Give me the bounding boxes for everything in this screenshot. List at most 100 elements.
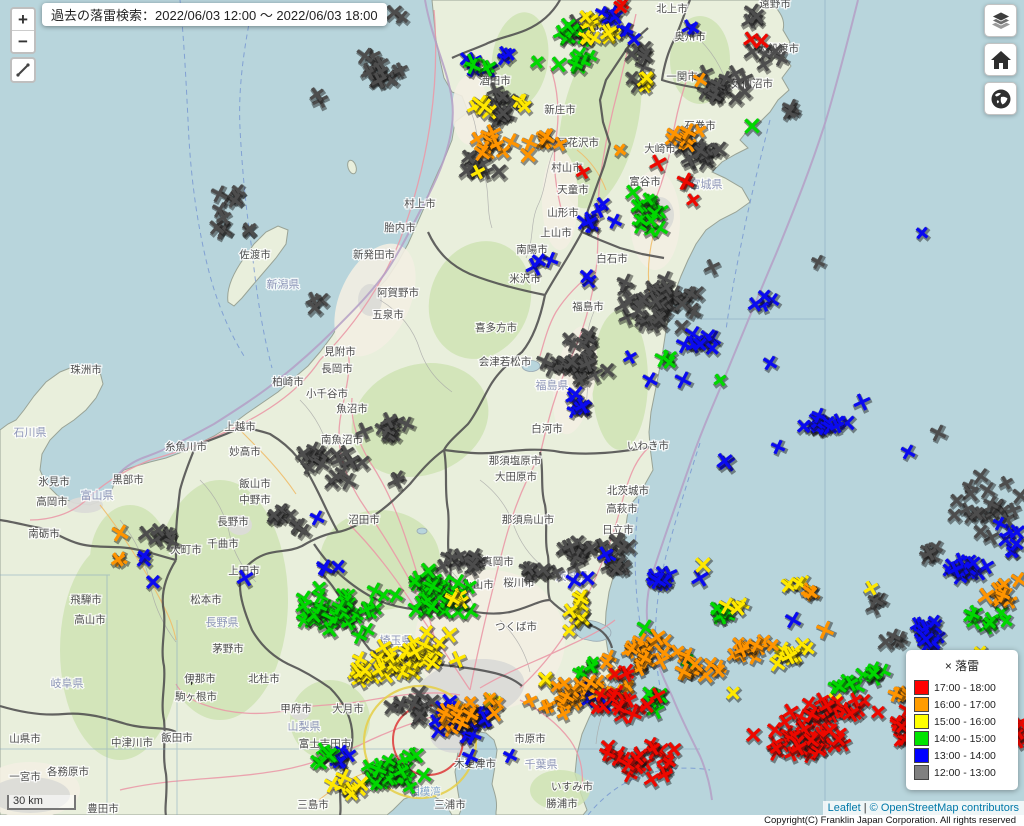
legend-label: 15:00 - 16:00	[934, 716, 996, 728]
basemap-svg: ✈ 北上市遠野市奥州市大船渡市一関市気仙沼市にかほ市酒田市新庄市尾花沢市村山市大…	[0, 0, 1024, 815]
city-label: いわき市	[627, 439, 669, 452]
city-label: 上山市	[540, 226, 572, 239]
city-label: 市原市	[514, 732, 546, 745]
city-label: 中津川市	[111, 736, 153, 749]
city-label: 福島市	[572, 300, 604, 313]
legend-title: × 落雷	[914, 657, 1010, 674]
city-label: 山県市	[9, 732, 41, 745]
legend-swatch	[914, 765, 929, 780]
attribution: Leaflet | © OpenStreetMap contributors	[823, 801, 1024, 815]
city-label: 富谷市	[629, 175, 661, 188]
scale-control: 30 km	[7, 795, 76, 810]
city-label: 豊田市	[87, 802, 119, 815]
city-label: 黒部市	[112, 473, 144, 486]
city-label: 新発田市	[353, 248, 395, 261]
city-label: 三島市	[297, 798, 329, 811]
globe-button[interactable]	[984, 82, 1017, 115]
prefecture-label: 石川県	[14, 426, 47, 439]
city-label: 胎内市	[384, 221, 416, 234]
legend-label: 12:00 - 13:00	[934, 767, 996, 779]
city-label: 甲府市	[280, 702, 312, 715]
city-label: 松本市	[190, 593, 222, 606]
legend-label: 13:00 - 14:00	[934, 750, 996, 762]
city-label: 会津若松市	[479, 355, 532, 368]
city-label: 各務原市	[47, 765, 89, 778]
legend: × 落雷 17:00 - 18:00 16:00 - 17:00 15:00 - 1…	[906, 650, 1018, 790]
layers-button[interactable]	[984, 4, 1017, 37]
legend-row: 14:00 - 15:00	[914, 731, 1010, 746]
city-label: 勝浦市	[546, 797, 578, 810]
home-button[interactable]	[984, 43, 1017, 76]
legend-swatch	[914, 680, 929, 695]
city-label: 糸魚川市	[165, 440, 207, 453]
city-label: 伊那市	[184, 672, 216, 685]
zoom-in-button[interactable]: +	[12, 9, 34, 30]
city-label: 阿賀野市	[377, 286, 419, 299]
legend-row: 12:00 - 13:00	[914, 765, 1010, 780]
city-label: 長岡市	[321, 362, 353, 375]
city-label: 天童市	[557, 183, 589, 196]
prefecture-label: 富山県	[81, 488, 114, 502]
city-label: 柏崎市	[272, 375, 304, 388]
prefecture-label: 新潟県	[267, 277, 300, 291]
search-period-title: 過去の落雷検索：2022/06/03 12:00 ～ 2022/06/03 18…	[42, 3, 387, 26]
city-label: 氷見市	[38, 475, 70, 488]
city-label: 新庄市	[544, 103, 576, 116]
city-label: 白石市	[596, 252, 628, 265]
city-label: 村上市	[404, 197, 436, 210]
layers-icon	[989, 9, 1013, 33]
city-label: つくば市	[495, 620, 537, 633]
city-label: 大月市	[332, 702, 364, 715]
city-label: 魚沼市	[336, 402, 368, 415]
leaflet-link[interactable]: Leaflet	[828, 802, 861, 814]
city-label: 北茨城市	[607, 484, 649, 497]
home-icon	[989, 48, 1013, 72]
city-label: 大田原市	[495, 470, 537, 483]
prefecture-label: 福島県	[536, 378, 569, 392]
lightning-search-app: ✈ 北上市遠野市奥州市大船渡市一関市気仙沼市にかほ市酒田市新庄市尾花沢市村山市大…	[0, 0, 1024, 826]
copyright-bar: Copyright(C) Franklin Japan Corporation.…	[0, 815, 1024, 826]
measure-tool-button[interactable]	[10, 57, 36, 83]
city-label: 北上市	[656, 2, 688, 15]
city-label: 那須烏山市	[502, 513, 555, 526]
prefecture-label: 岐阜県	[51, 677, 84, 690]
city-label: 珠洲市	[70, 363, 102, 376]
lake-chuzenji	[417, 528, 427, 534]
legend-swatch	[914, 714, 929, 729]
city-label: 見附市	[324, 345, 356, 358]
legend-swatch	[914, 748, 929, 763]
city-label: 小千谷市	[306, 387, 348, 400]
city-label: 高岡市	[36, 495, 68, 508]
legend-swatch	[914, 731, 929, 746]
legend-rows: 17:00 - 18:00 16:00 - 17:00 15:00 - 16:00 1…	[914, 680, 1010, 780]
city-label: 南砺市	[28, 527, 60, 540]
city-label: 三浦市	[434, 798, 466, 811]
city-label: 佐渡市	[239, 248, 271, 261]
city-label: 白河市	[531, 422, 563, 435]
zoom-out-button[interactable]: −	[12, 30, 34, 52]
globe-icon	[989, 87, 1013, 111]
city-label: 長野市	[217, 515, 249, 528]
city-label: 高山市	[74, 613, 106, 626]
legend-row: 17:00 - 18:00	[914, 680, 1010, 695]
legend-row: 15:00 - 16:00	[914, 714, 1010, 729]
city-label: 五泉市	[372, 308, 404, 321]
city-label: 那須塩原市	[489, 454, 542, 467]
city-label: 中野市	[239, 493, 271, 506]
prefecture-label: 長野県	[206, 616, 239, 629]
city-label: 遠野市	[759, 0, 791, 10]
city-label: 喜多方市	[475, 321, 517, 334]
osm-link[interactable]: © OpenStreetMap contributors	[870, 802, 1019, 814]
city-label: いすみ市	[551, 780, 593, 793]
legend-label: 16:00 - 17:00	[934, 699, 996, 711]
legend-row: 16:00 - 17:00	[914, 697, 1010, 712]
prefecture-label: 山梨県	[288, 719, 321, 733]
ruler-icon	[15, 62, 31, 78]
map-canvas[interactable]: ✈ 北上市遠野市奥州市大船渡市一関市気仙沼市にかほ市酒田市新庄市尾花沢市村山市大…	[0, 0, 1024, 815]
zoom-control: + −	[10, 7, 36, 54]
attribution-separator: |	[861, 802, 870, 814]
legend-swatch	[914, 697, 929, 712]
city-label: 北杜市	[248, 672, 280, 685]
city-label: 上越市	[224, 420, 256, 433]
city-label: 飯田市	[161, 731, 193, 744]
